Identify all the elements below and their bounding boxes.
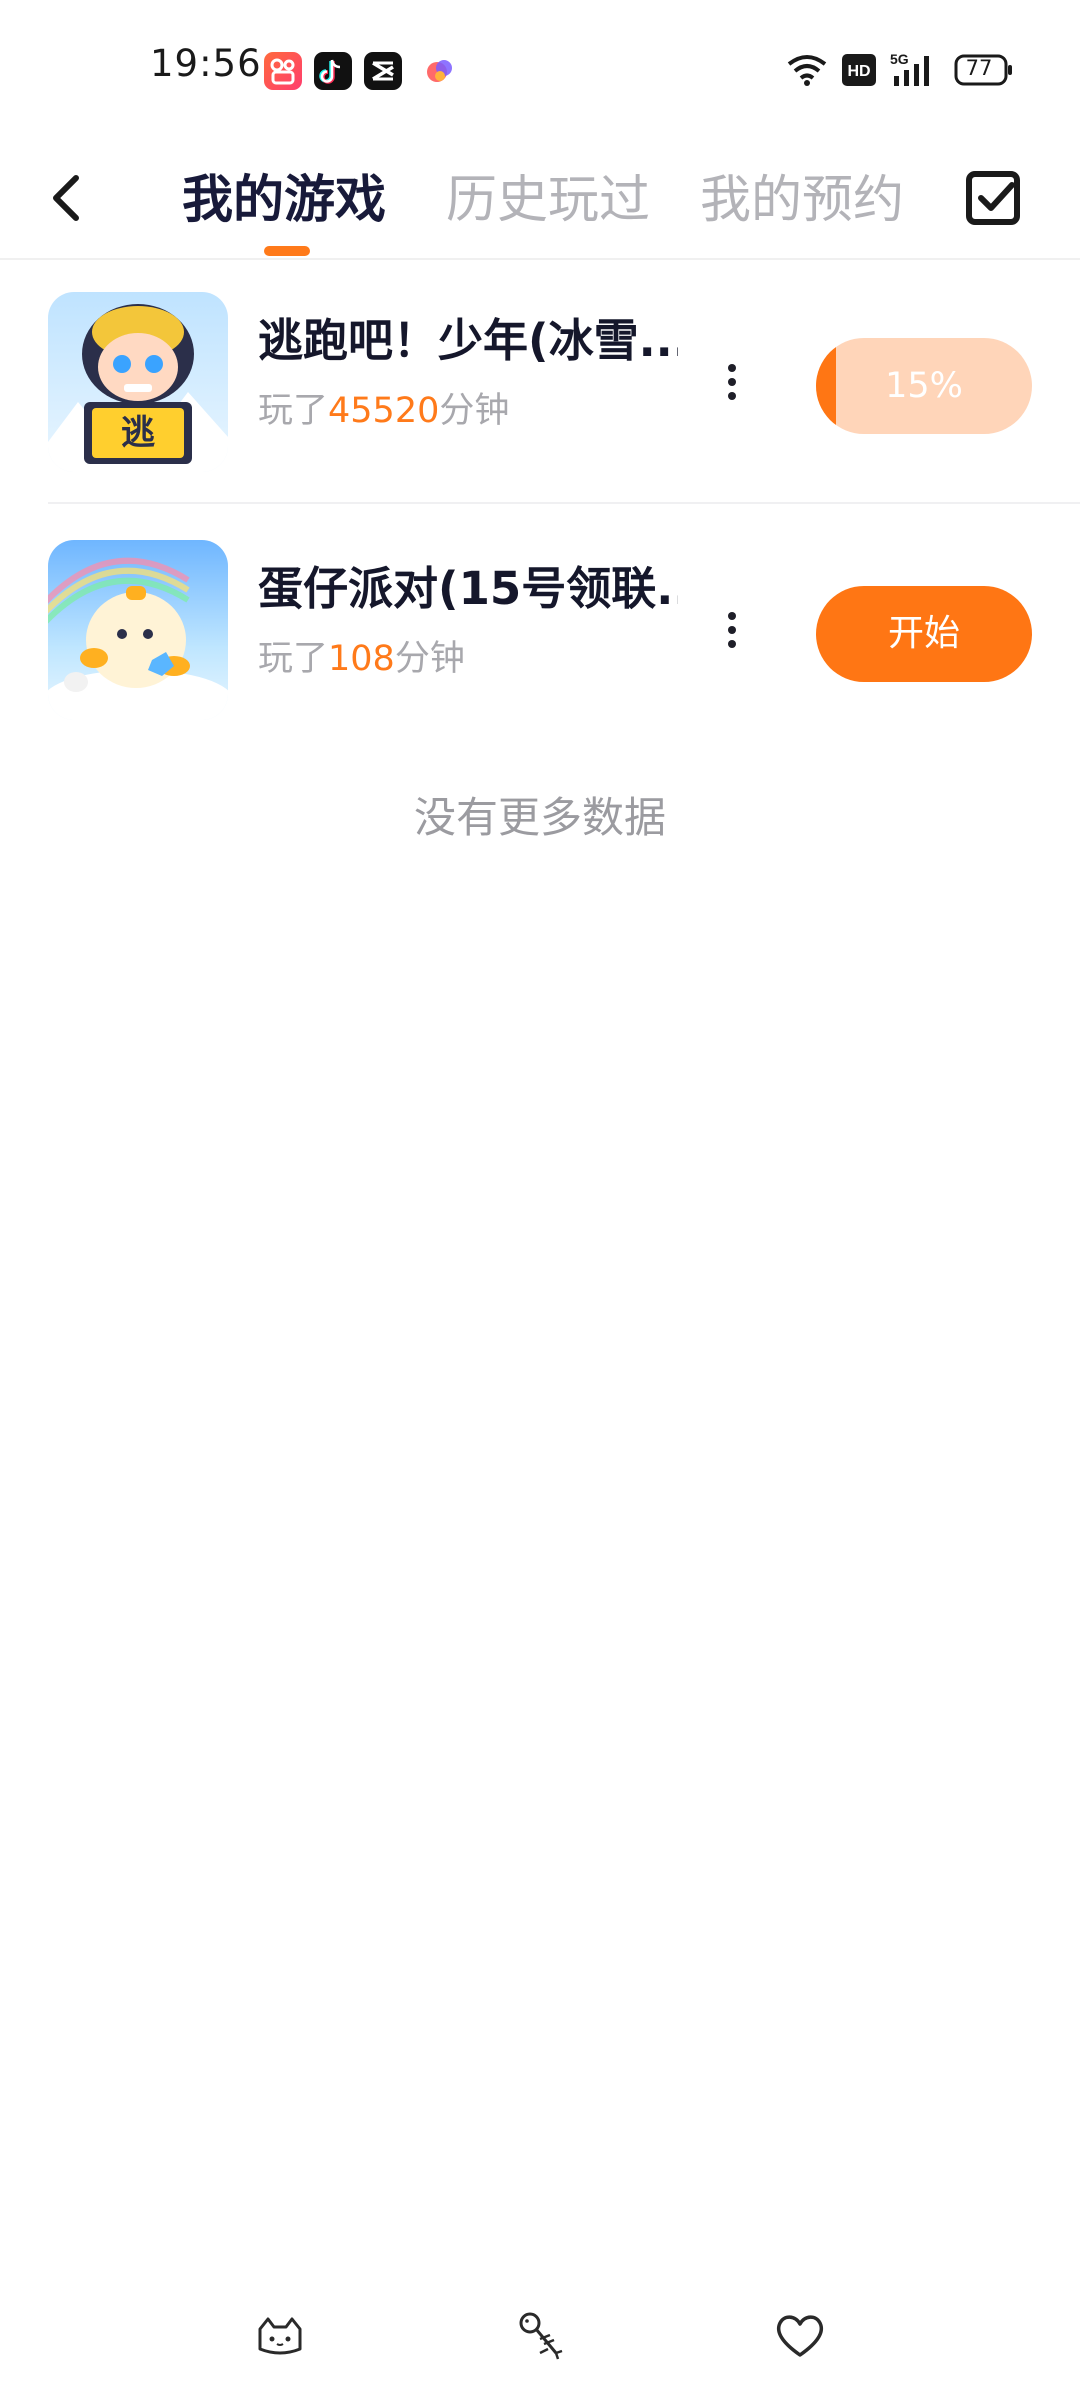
playtime-value: 45520 <box>328 391 440 431</box>
checkbox-icon <box>966 171 1020 225</box>
cat-icon[interactable] <box>250 2305 310 2365</box>
tab-my-reservations[interactable]: 我的预约 <box>700 158 904 232</box>
tab-indicator <box>264 246 310 256</box>
svg-text:HD: HD <box>847 63 870 80</box>
game-thumbnail: 逃 <box>48 292 228 472</box>
divider <box>48 502 1080 504</box>
kuaishou-icon <box>264 52 302 90</box>
more-dot <box>728 392 736 400</box>
status-time: 19:56 <box>150 42 262 85</box>
playtime-prefix: 玩了 <box>258 391 329 431</box>
start-button[interactable]: 开始 <box>816 586 1032 682</box>
game-title: 蛋仔派对(15号领联... <box>258 562 678 615</box>
game-center-icon <box>420 52 458 90</box>
list-item[interactable]: 蛋仔派对(15号领联... 玩了108分钟 开始 <box>0 510 1080 758</box>
hd-badge: HD <box>842 54 876 86</box>
progress-label: 15% <box>885 366 963 406</box>
game-title: 逃跑吧！少年(冰雪... <box>258 314 678 367</box>
screen: 19:56 HD 5G 77 我的游戏 历史玩过 我的预约 逃 逃跑吧！少年(冰… <box>0 0 1080 2400</box>
more-dot <box>728 378 736 386</box>
list-item[interactable]: 逃 逃跑吧！少年(冰雪... 玩了45520分钟 15% <box>0 262 1080 510</box>
more-dots-icon <box>728 364 736 372</box>
wifi-icon <box>787 55 827 86</box>
more-dot <box>728 640 736 648</box>
douyin-icon <box>314 52 352 90</box>
header: 我的游戏 历史玩过 我的预约 <box>0 140 1080 260</box>
playtime-value: 108 <box>328 639 395 679</box>
more-options-button[interactable] <box>712 590 752 670</box>
svg-text:逃: 逃 <box>121 413 155 453</box>
game-playtime: 玩了108分钟 <box>258 630 465 681</box>
playtime-prefix: 玩了 <box>258 639 329 679</box>
tab-history-played[interactable]: 历史玩过 <box>446 158 650 232</box>
heart-icon[interactable] <box>770 2305 830 2365</box>
tab-my-games[interactable]: 我的游戏 <box>182 158 386 232</box>
back-button[interactable] <box>40 160 100 236</box>
capcut-icon <box>364 52 402 90</box>
fishbone-icon[interactable] <box>510 2305 570 2365</box>
more-dot <box>728 626 736 634</box>
download-progress-button[interactable]: 15% <box>816 338 1032 434</box>
back-arrow-icon <box>53 175 79 221</box>
more-options-button[interactable] <box>712 342 752 422</box>
playtime-unit: 分钟 <box>439 391 510 431</box>
svg-text:5G: 5G <box>890 51 909 67</box>
signal-icon: 5G <box>890 51 929 86</box>
edit-button[interactable] <box>960 158 1030 238</box>
game-thumbnail <box>48 540 228 720</box>
game-playtime: 玩了45520分钟 <box>258 382 509 433</box>
status-bar: 19:56 HD 5G 77 <box>0 0 1080 140</box>
playtime-unit: 分钟 <box>394 639 465 679</box>
no-more-data-text: 没有更多数据 <box>413 793 666 842</box>
more-dots-icon <box>728 612 736 620</box>
battery-level: 77 <box>965 56 993 80</box>
